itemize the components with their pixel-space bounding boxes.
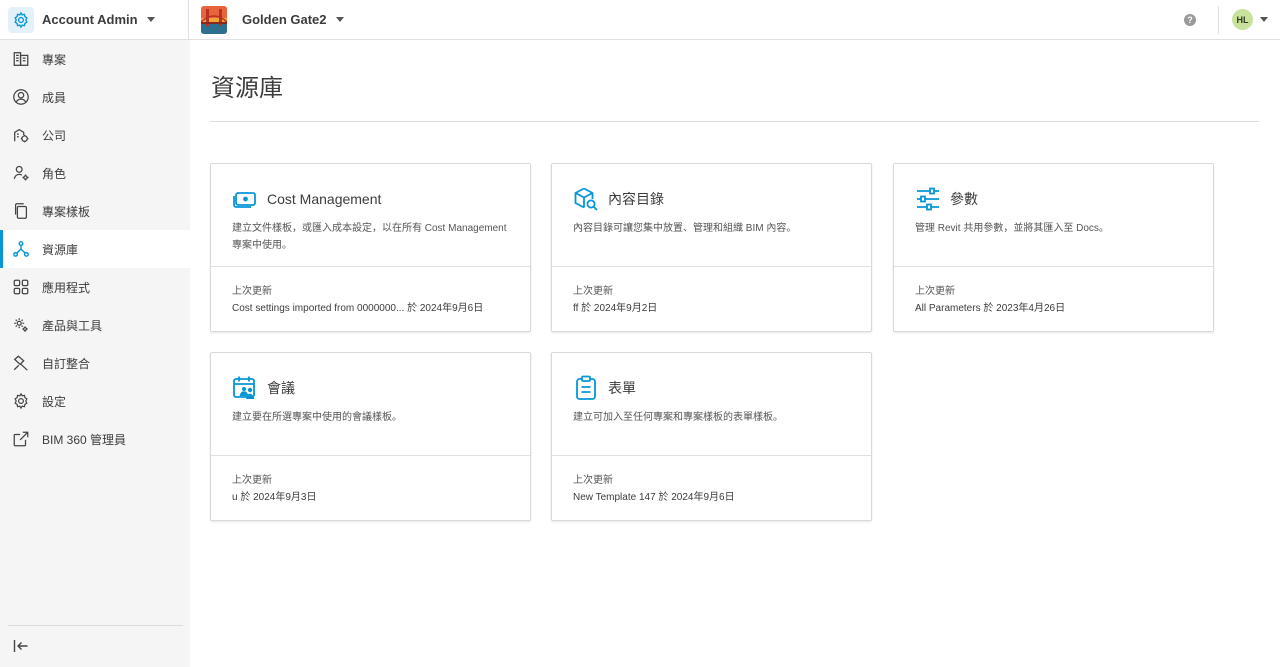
card-title: 內容目錄 bbox=[608, 191, 664, 207]
chevron-down-icon bbox=[335, 17, 344, 22]
last-updated-label: 上次更新 bbox=[232, 475, 272, 486]
project-switcher[interactable]: Golden Gate2 bbox=[201, 5, 344, 34]
card-meetings[interactable]: 會議 建立要在所選專案中使用的會議樣板。 上次更新 u 於 2024年9月3日 bbox=[210, 352, 531, 521]
divider bbox=[1218, 5, 1219, 34]
chevron-down-icon bbox=[146, 17, 155, 22]
network-icon bbox=[11, 239, 31, 259]
sidebar-item-library[interactable]: 資源庫 bbox=[0, 230, 190, 268]
sidebar-item-label: 產品與工具 bbox=[42, 318, 103, 333]
sidebar-item-label: 公司 bbox=[42, 128, 67, 143]
sidebar-item-label: 應用程式 bbox=[42, 280, 91, 295]
app-switcher[interactable]: Account Admin bbox=[0, 0, 189, 40]
building-icon bbox=[11, 49, 31, 69]
app-name: Account Admin bbox=[42, 12, 138, 27]
sidebar-item-roles[interactable]: 角色 bbox=[0, 154, 190, 192]
last-updated-value: Cost settings imported from 0000000... 於… bbox=[232, 303, 484, 314]
sidebar-item-label: 資源庫 bbox=[42, 242, 79, 257]
top-right-controls: ? HL bbox=[1184, 0, 1280, 40]
divider bbox=[552, 266, 871, 267]
user-gear-icon bbox=[11, 163, 31, 183]
last-updated-value: New Template 147 於 2024年9月6日 bbox=[573, 492, 735, 503]
card-title: Cost Management bbox=[267, 191, 382, 207]
external-link-icon bbox=[11, 429, 31, 449]
settings-icon bbox=[11, 391, 31, 411]
user-menu[interactable]: HL bbox=[1232, 9, 1268, 30]
gear-icon bbox=[8, 6, 34, 33]
copy-icon bbox=[11, 201, 31, 221]
company-icon bbox=[11, 125, 31, 145]
card-description: 內容目錄可讓您集中放置、管理和組織 BIM 內容。 bbox=[573, 223, 797, 234]
sidebar-item-label: 成員 bbox=[42, 90, 67, 105]
divider bbox=[552, 455, 871, 456]
sidebar-item-project-templates[interactable]: 專案樣板 bbox=[0, 192, 190, 230]
divider bbox=[210, 121, 1259, 122]
card-title: 參數 bbox=[950, 191, 978, 207]
divider bbox=[211, 455, 530, 456]
last-updated-value: u 於 2024年9月3日 bbox=[232, 492, 317, 503]
sidebar-item-companies[interactable]: 公司 bbox=[0, 116, 190, 154]
card-description: 建立要在所選專案中使用的會議樣板。 bbox=[232, 412, 402, 423]
page-title: 資源庫 bbox=[211, 75, 283, 102]
last-updated-label: 上次更新 bbox=[232, 286, 272, 297]
sidebar-item-label: 設定 bbox=[42, 394, 67, 409]
sidebar-item-label: 角色 bbox=[42, 166, 67, 181]
card-description: 管理 Revit 共用參數，並將其匯入至 Docs。 bbox=[915, 223, 1109, 234]
card-content-catalog[interactable]: 內容目錄 內容目錄可讓您集中放置、管理和組織 BIM 內容。 上次更新 ff 於… bbox=[551, 163, 872, 332]
chevron-down-icon bbox=[1260, 17, 1268, 22]
sidebar-item-settings[interactable]: 設定 bbox=[0, 382, 190, 420]
sidebar-item-label: 專案樣板 bbox=[42, 204, 91, 219]
last-updated-label: 上次更新 bbox=[915, 286, 955, 297]
sidebar-item-products-tools[interactable]: 產品與工具 bbox=[0, 306, 190, 344]
card-title: 表單 bbox=[608, 380, 636, 396]
help-icon[interactable]: ? bbox=[1184, 13, 1196, 26]
card-forms[interactable]: 表單 建立可加入至任何專案和專案樣板的表單樣板。 上次更新 New Templa… bbox=[551, 352, 872, 521]
card-description: 建立可加入至任何專案和專案樣板的表單樣板。 bbox=[573, 412, 783, 423]
card-description: 建立文件樣板，或匯入成本設定，以在所有 Cost Management 專案中使… bbox=[232, 223, 507, 251]
apps-grid-icon bbox=[11, 277, 31, 297]
gears-icon bbox=[11, 315, 31, 335]
card-title: 會議 bbox=[267, 380, 295, 396]
top-bar: Account Admin Golden Gate2 ? HL bbox=[0, 0, 1280, 40]
divider bbox=[8, 625, 183, 626]
divider bbox=[211, 266, 530, 267]
sliders-icon bbox=[915, 186, 941, 212]
project-name: Golden Gate2 bbox=[242, 12, 327, 27]
sidebar-item-members[interactable]: 成員 bbox=[0, 78, 190, 116]
avatar: HL bbox=[1232, 9, 1253, 30]
sidebar-item-label: 專案 bbox=[42, 52, 67, 67]
card-cost-management[interactable]: Cost Management 建立文件樣板，或匯入成本設定，以在所有 Cost… bbox=[210, 163, 531, 332]
sidebar-item-label: BIM 360 管理員 bbox=[42, 432, 127, 447]
clipboard-icon bbox=[573, 375, 599, 401]
sidebar-item-custom-integrations[interactable]: 自訂整合 bbox=[0, 344, 190, 382]
last-updated-label: 上次更新 bbox=[573, 475, 613, 486]
sidebar-item-bim360-admin[interactable]: BIM 360 管理員 bbox=[0, 420, 190, 458]
user-circle-icon bbox=[11, 87, 31, 107]
card-parameters[interactable]: 參數 管理 Revit 共用參數，並將其匯入至 Docs。 上次更新 All P… bbox=[893, 163, 1214, 332]
last-updated-label: 上次更新 bbox=[573, 286, 613, 297]
hammer-icon bbox=[11, 353, 31, 373]
collapse-left-icon[interactable] bbox=[11, 636, 31, 656]
divider bbox=[894, 266, 1213, 267]
project-thumbnail bbox=[201, 5, 227, 34]
meeting-calendar-icon bbox=[232, 375, 258, 401]
last-updated-value: ff 於 2024年9月2日 bbox=[573, 303, 658, 314]
sidebar: 專案 成員 公司 角色 專案樣板 資源庫 應用程式 產品與工具 自訂整合 設定 … bbox=[0, 40, 190, 667]
cost-icon bbox=[232, 186, 258, 212]
sidebar-item-label: 自訂整合 bbox=[42, 356, 91, 371]
sidebar-item-apps[interactable]: 應用程式 bbox=[0, 268, 190, 306]
catalog-cube-icon bbox=[573, 186, 599, 212]
last-updated-value: All Parameters 於 2023年4月26日 bbox=[915, 303, 1066, 314]
sidebar-item-projects[interactable]: 專案 bbox=[0, 40, 190, 78]
